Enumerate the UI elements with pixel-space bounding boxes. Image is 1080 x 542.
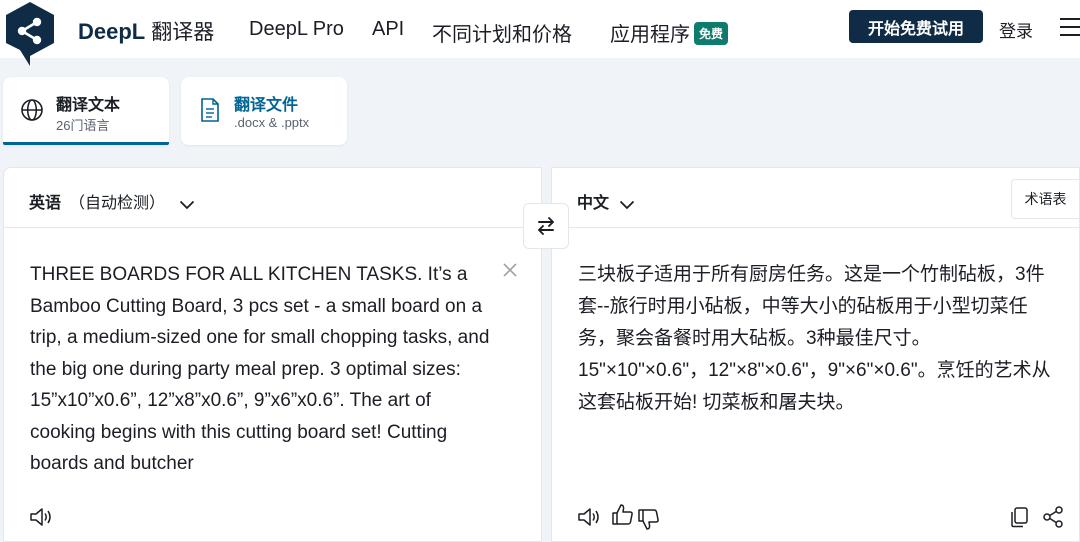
translated-text-output: 三块板子适用于所有厨房任务。这是一个竹制砧板，3件套--旅行时用小砧板，中等大小…	[578, 264, 1051, 413]
speaker-icon[interactable]	[28, 504, 54, 530]
target-language-name: 中文	[577, 195, 610, 212]
share-icon[interactable]	[1041, 505, 1065, 529]
target-panel: 中文 术语表 三块板子适用于所有厨房任务。这是一个竹制砧板，3件套--旅行时用小…	[551, 167, 1080, 542]
brand-name: DeepL	[78, 19, 146, 44]
swap-languages-button[interactable]	[523, 203, 569, 249]
chevron-down-icon	[180, 200, 195, 210]
copy-icon[interactable]	[1007, 505, 1031, 529]
source-text-input[interactable]: THREE BOARDS FOR ALL KITCHEN TASKS. It’s…	[30, 259, 500, 480]
thumbs-down-icon[interactable]	[636, 507, 662, 533]
source-language-bar: 英语 （自动检测）	[4, 168, 541, 228]
brand-title[interactable]: DeepL 翻译器	[78, 16, 214, 46]
swap-arrows-icon	[538, 217, 554, 235]
chevron-down-icon	[620, 200, 635, 210]
glossary-button[interactable]: 术语表	[1011, 179, 1079, 219]
tab-translate-files-title: 翻译文件	[234, 97, 299, 114]
document-icon	[201, 98, 219, 122]
nav-api[interactable]: API	[372, 18, 404, 41]
auto-detect-label: （自动检测）	[69, 195, 166, 212]
speaker-icon[interactable]	[576, 504, 602, 530]
source-language-name: 英语	[29, 195, 62, 212]
nav-apps[interactable]: 应用程序 免费	[610, 18, 729, 47]
deepl-logo-icon[interactable]	[2, 0, 58, 66]
source-panel: 英语 （自动检测） THREE BOARDS FOR ALL KITCHEN TA…	[3, 167, 542, 542]
nav-apps-label: 应用程序	[610, 24, 690, 46]
top-header: DeepL 翻译器 DeepL Pro API 不同计划和价格 应用程序 免费 开始…	[0, 0, 1080, 66]
nav-plans-pricing[interactable]: 不同计划和价格	[432, 18, 572, 47]
login-link[interactable]: 登录	[999, 17, 1033, 42]
start-free-trial-button[interactable]: 开始免费试用	[849, 10, 983, 43]
target-language-bar: 中文 术语表	[552, 168, 1079, 228]
nav-deepl-pro[interactable]: DeepL Pro	[249, 18, 344, 41]
hamburger-menu-icon[interactable]	[1060, 18, 1080, 36]
source-language-select[interactable]: 英语 （自动检测）	[29, 189, 195, 213]
tab-translate-text[interactable]: 翻译文本 26门语言	[3, 77, 169, 145]
tab-translate-files[interactable]: 翻译文件 .docx & .pptx	[181, 77, 347, 145]
free-badge: 免费	[694, 22, 729, 45]
tab-translate-text-title: 翻译文本	[56, 97, 121, 114]
thumbs-up-icon[interactable]	[610, 501, 636, 527]
tab-translate-text-subtitle: 26门语言	[56, 118, 110, 133]
close-icon[interactable]	[500, 260, 520, 280]
brand-subtitle: 翻译器	[151, 21, 215, 44]
target-language-select[interactable]: 中文	[577, 189, 635, 213]
globe-icon	[21, 99, 43, 121]
tab-translate-files-subtitle: .docx & .pptx	[234, 115, 310, 130]
